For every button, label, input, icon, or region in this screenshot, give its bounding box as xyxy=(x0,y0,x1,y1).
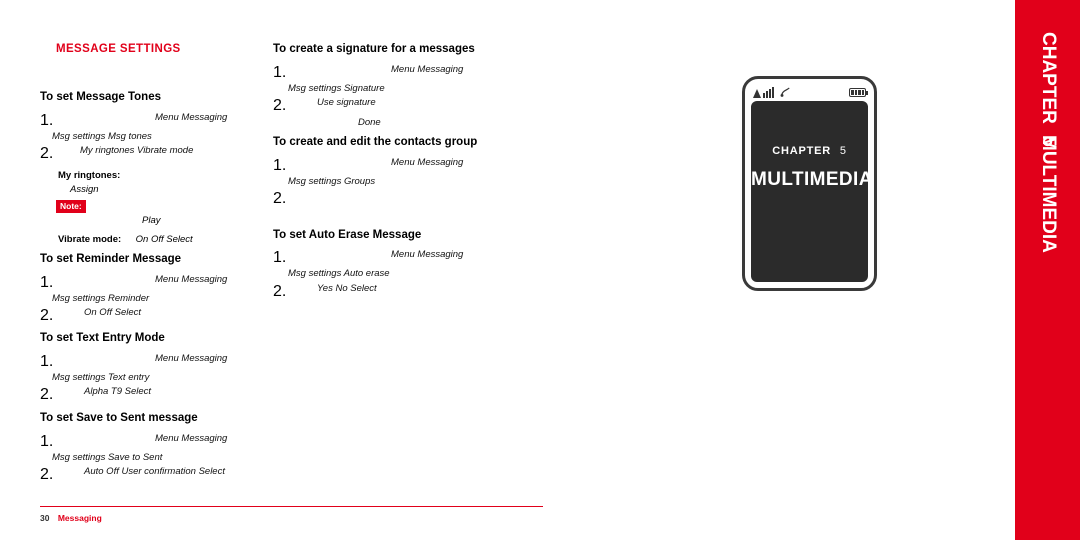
sidebar-chapter-title: MULTIMEDIA xyxy=(1037,135,1059,253)
play-value: Play xyxy=(142,215,161,226)
step-path-continued: Msg settings Reminder xyxy=(52,288,149,306)
step-path-continued: Msg settings Signature xyxy=(288,78,385,96)
footer: 30 Messaging xyxy=(40,513,102,523)
label-vibrate-mode: Vibrate mode: On Off Select xyxy=(58,229,193,247)
screen-title: MULTIMEDIA xyxy=(751,169,873,190)
step-path: Menu Messaging xyxy=(391,64,464,75)
step-number: 2. xyxy=(40,466,54,483)
step-path: Menu Messaging xyxy=(391,157,464,168)
step-number: 2. xyxy=(273,97,287,114)
vibrate-mode-label: Vibrate mode: xyxy=(58,234,122,245)
assign-value: Assign xyxy=(70,184,99,195)
step-path: Menu Messaging xyxy=(155,112,228,123)
heading-set-reminder-message: To set Reminder Message xyxy=(40,253,182,265)
note-label: Note: xyxy=(56,200,86,213)
heading-set-text-entry-mode: To set Text Entry Mode xyxy=(40,332,165,344)
sidebar-chapter-label: CHAPTER 5 xyxy=(1037,32,1059,147)
step-path2: Msg settings Auto erase xyxy=(288,268,390,279)
heading-create-contacts-group: To create and edit the contacts group xyxy=(273,136,478,148)
step-number: 2. xyxy=(273,190,287,207)
step-number: 2. xyxy=(40,307,54,324)
sidebar-chapter-word: CHAPTER xyxy=(1037,32,1059,124)
step-path-continued: Msg settings Save to Sent xyxy=(52,447,162,465)
footer-rule xyxy=(40,506,543,507)
screen-chapter-line: CHAPTER 5 xyxy=(751,145,868,157)
footer-page-number: 30 xyxy=(40,513,50,523)
page-root: MESSAGE SETTINGS To set Message Tones 1.… xyxy=(0,0,1080,540)
phone-status-bar xyxy=(753,84,868,100)
heading-create-signature: To create a signature for a messages xyxy=(273,43,475,55)
screen-chapter-number: 5 xyxy=(839,145,847,157)
sidebar-vertical-text: CHAPTER 5 MULTIMEDIA xyxy=(1015,0,1080,540)
step-path: Alpha T9 Select xyxy=(84,386,152,397)
step-number: 1. xyxy=(273,249,287,266)
step-path2: Msg settings Save to Sent xyxy=(52,452,163,463)
footer-section-label: Messaging xyxy=(57,513,102,523)
step-path: Menu Messaging xyxy=(155,274,228,285)
step-path: My ringtones Vibrate mode xyxy=(80,145,194,156)
phone-screen: CHAPTER 5 MULTIMEDIA xyxy=(751,101,873,282)
step-path: Auto Off User confirmation Select xyxy=(84,466,225,477)
phone-illustration: CHAPTER 5 MULTIMEDIA xyxy=(742,76,877,291)
step-path-continued: Msg settings Msg tones xyxy=(52,126,152,144)
screen-chapter-label: CHAPTER xyxy=(772,145,831,157)
step-number: 2. xyxy=(273,283,287,300)
step-path2: Done xyxy=(358,117,381,128)
section-heading: MESSAGE SETTINGS xyxy=(56,43,181,55)
chapter-sidebar: CHAPTER 5 MULTIMEDIA xyxy=(1015,0,1080,540)
step-path2: Msg settings Groups xyxy=(288,176,376,187)
heading-set-message-tones: To set Message Tones xyxy=(40,91,161,103)
step-path: Menu Messaging xyxy=(155,433,228,444)
step-path-continued: Msg settings Auto erase xyxy=(288,263,390,281)
battery-icon xyxy=(849,87,868,97)
value-assign: Assign xyxy=(70,179,99,197)
step-path2: Msg settings Text entry xyxy=(52,372,150,383)
step-path-continued: Msg settings Text entry xyxy=(52,367,149,385)
step-number: 1. xyxy=(273,64,287,81)
step-path: Menu Messaging xyxy=(391,249,464,260)
value-play: Play xyxy=(142,210,160,228)
step-path-continued: Msg settings Groups xyxy=(288,171,375,189)
heading-set-save-to-sent: To set Save to Sent message xyxy=(40,412,198,424)
step-path: Menu Messaging xyxy=(155,353,228,364)
step-path: On Off Select xyxy=(84,307,142,318)
step-number: 1. xyxy=(273,157,287,174)
step-path2: Msg settings Reminder xyxy=(52,293,150,304)
step-path: Yes No Select xyxy=(317,283,377,294)
step-path: Use signature xyxy=(317,97,376,108)
signal-bars-icon xyxy=(753,86,791,98)
heading-set-auto-erase: To set Auto Erase Message xyxy=(273,229,422,241)
vibrate-mode-value: On Off Select xyxy=(135,234,193,245)
step-path2: Msg settings Signature xyxy=(288,83,385,94)
step-path2: Msg settings Msg tones xyxy=(52,131,152,142)
step-number: 2. xyxy=(40,145,54,162)
note-badge: Note: xyxy=(56,196,86,214)
step-path-continued: Done xyxy=(358,112,381,130)
step-number: 2. xyxy=(40,386,54,403)
